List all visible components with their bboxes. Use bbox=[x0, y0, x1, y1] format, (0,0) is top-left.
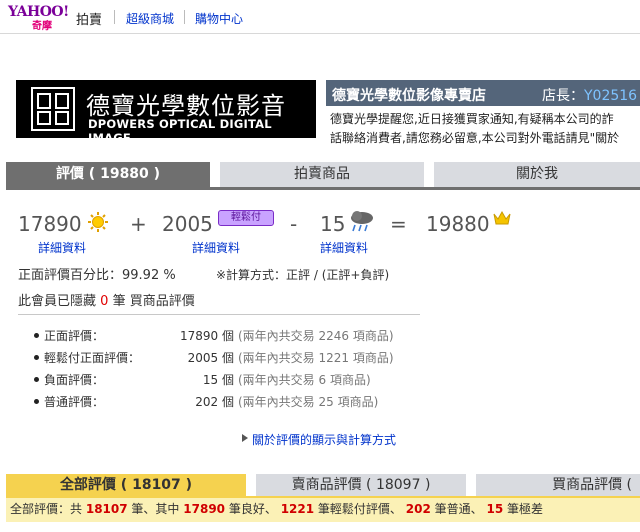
summary-text: 筆極差 bbox=[507, 502, 544, 516]
relaxed-detail-link[interactable]: 詳細資料 bbox=[192, 239, 240, 256]
tab-about-me[interactable]: 關於我 bbox=[434, 162, 640, 187]
summary-bad: 15 bbox=[486, 502, 504, 516]
owner-id-link[interactable]: Y02516 bbox=[584, 88, 637, 104]
hidden-ratings-line: 此會員已隱藏 0 筆 買商品評價 bbox=[18, 290, 195, 309]
bullet-icon bbox=[34, 355, 39, 360]
arrow-right-icon bbox=[242, 434, 248, 442]
calculation-method: ※計算方式：正評 / (正評+負評) bbox=[216, 268, 390, 282]
stat-label: 負面評價： bbox=[44, 373, 105, 387]
crown-icon bbox=[493, 210, 511, 225]
tab-all-ratings[interactable]: 全部評價 ( 18107 ) bbox=[6, 474, 246, 496]
stat-label: 普通評價： bbox=[44, 395, 105, 409]
stat-count: 202 個 bbox=[195, 395, 234, 409]
relaxed-pay-badge-icon: 輕鬆付 bbox=[218, 210, 274, 226]
bullet-icon bbox=[34, 377, 39, 382]
store-owner: 店長：Y02516 bbox=[542, 85, 637, 105]
tab-ratings[interactable]: 評價 ( 19880 ) bbox=[6, 162, 210, 187]
stat-label: 輕鬆付正面評價： bbox=[44, 351, 141, 365]
rating-filter-tabs: 全部評價 ( 18107 ) 賣商品評價 ( 18097 ) 買商品評價 ( bbox=[6, 474, 640, 496]
hidden-prefix: 此會員已隱藏 bbox=[18, 294, 97, 309]
bullet-icon bbox=[34, 333, 39, 338]
yahoo-logo-sub: 奇摩 bbox=[32, 21, 52, 32]
store-logo-mark-icon bbox=[31, 87, 75, 131]
list-item: 負面評價： 15 個 (兩年內共交易 6 項商品) bbox=[30, 371, 430, 391]
summary-text: 全部評價：共 bbox=[10, 502, 83, 516]
summary-good: 17890 bbox=[183, 502, 226, 516]
stat-count: 2005 個 bbox=[187, 351, 234, 365]
store-logo[interactable]: 德寶光學數位影音 DPOWERS OPTICAL DIGITAL IMAGE bbox=[16, 80, 316, 138]
owner-label: 店長： bbox=[542, 88, 584, 104]
bullet-icon bbox=[34, 399, 39, 404]
tabs-underline bbox=[6, 187, 640, 190]
list-item: 正面評價： 17890 個 (兩年內共交易 2246 項商品) bbox=[30, 327, 430, 347]
store-notice: 德寶光學提醒您,近日接獲買家通知,有疑稱本公司的詐 話聯絡消費者,請您務必留意,… bbox=[330, 110, 640, 148]
positive-detail-link[interactable]: 詳細資料 bbox=[38, 239, 86, 256]
store-notice-line: 德寶光學提醒您,近日接獲買家通知,有疑稱本公司的詐 bbox=[330, 112, 614, 126]
minus-operator: - bbox=[290, 212, 298, 236]
summary-text: 筆普通、 bbox=[434, 502, 483, 516]
store-logo-english: DPOWERS OPTICAL DIGITAL IMAGE bbox=[88, 117, 272, 138]
hidden-count: 0 bbox=[100, 294, 109, 309]
ratings-summary-bar: 全部評價：共 18107 筆、其中 17890 筆良好、 1221 筆輕鬆付評價… bbox=[6, 496, 640, 522]
stat-note: (兩年內共交易 2246 項商品) bbox=[238, 329, 394, 343]
negative-score: 15 bbox=[320, 212, 346, 236]
stat-note: (兩年內共交易 1221 項商品) bbox=[238, 351, 394, 365]
summary-normal: 202 bbox=[405, 502, 431, 516]
storm-cloud-icon bbox=[351, 211, 373, 232]
stat-label: 正面評價： bbox=[44, 329, 105, 343]
list-item: 普通評價： 202 個 (兩年內共交易 25 項商品) bbox=[30, 393, 430, 413]
store-logo-chinese: 德寶光學數位影音 bbox=[86, 92, 286, 120]
summary-text: 筆輕鬆付評價、 bbox=[317, 502, 402, 516]
divider bbox=[184, 10, 185, 24]
super-mall-link[interactable]: 超級商城 bbox=[126, 10, 174, 27]
store-notice-line: 話聯絡消費者,請您務必留意,本公司對外電話請見"關於 bbox=[330, 131, 620, 145]
divider bbox=[18, 314, 420, 315]
store-header: 德寶光學數位影像專賣店 店長：Y02516 bbox=[326, 80, 640, 106]
tab-auction-items[interactable]: 拍賣商品 bbox=[220, 162, 424, 187]
stat-count: 17890 個 bbox=[180, 329, 234, 343]
plus-operator: + bbox=[130, 212, 147, 236]
summary-text: 筆良好、 bbox=[228, 502, 277, 516]
stat-note: (兩年內共交易 25 項商品) bbox=[238, 395, 379, 409]
positive-percentage: 正面評價百分比：99.92 % bbox=[18, 268, 176, 283]
yahoo-logo[interactable]: YAHOO! 奇摩 bbox=[8, 4, 72, 32]
equals-operator: = bbox=[390, 212, 407, 236]
store-name: 德寶光學數位影像專賣店 bbox=[332, 88, 486, 104]
stat-count: 15 個 bbox=[202, 373, 234, 387]
summary-relaxed: 1221 bbox=[280, 502, 315, 516]
shopping-center-link[interactable]: 購物中心 bbox=[195, 10, 243, 27]
tab-buyer-ratings[interactable]: 買商品評價 ( bbox=[476, 474, 640, 496]
total-score: 19880 bbox=[426, 212, 490, 236]
summary-total: 18107 bbox=[85, 502, 128, 516]
hidden-suffix: 筆 買商品評價 bbox=[112, 294, 195, 309]
sun-icon bbox=[88, 212, 108, 232]
relaxed-score: 2005 bbox=[162, 212, 213, 236]
main-tabs: 評價 ( 19880 ) 拍賣商品 關於我 bbox=[6, 162, 640, 187]
stat-note: (兩年內共交易 6 項商品) bbox=[238, 373, 371, 387]
positive-score: 17890 bbox=[18, 212, 82, 236]
auction-link[interactable]: 拍賣 bbox=[76, 9, 102, 28]
top-navigation-bar: YAHOO! 奇摩 拍賣 超級商城 購物中心 bbox=[0, 0, 640, 34]
list-item: 輕鬆付正面評價： 2005 個 (兩年內共交易 1221 項商品) bbox=[30, 349, 430, 369]
about-ratings-link[interactable]: 關於評價的顯示與計算方式 bbox=[252, 431, 396, 448]
negative-detail-link[interactable]: 詳細資料 bbox=[320, 239, 368, 256]
summary-text: 筆、其中 bbox=[131, 502, 180, 516]
tab-seller-ratings[interactable]: 賣商品評價 ( 18097 ) bbox=[256, 474, 466, 496]
divider bbox=[114, 10, 115, 24]
